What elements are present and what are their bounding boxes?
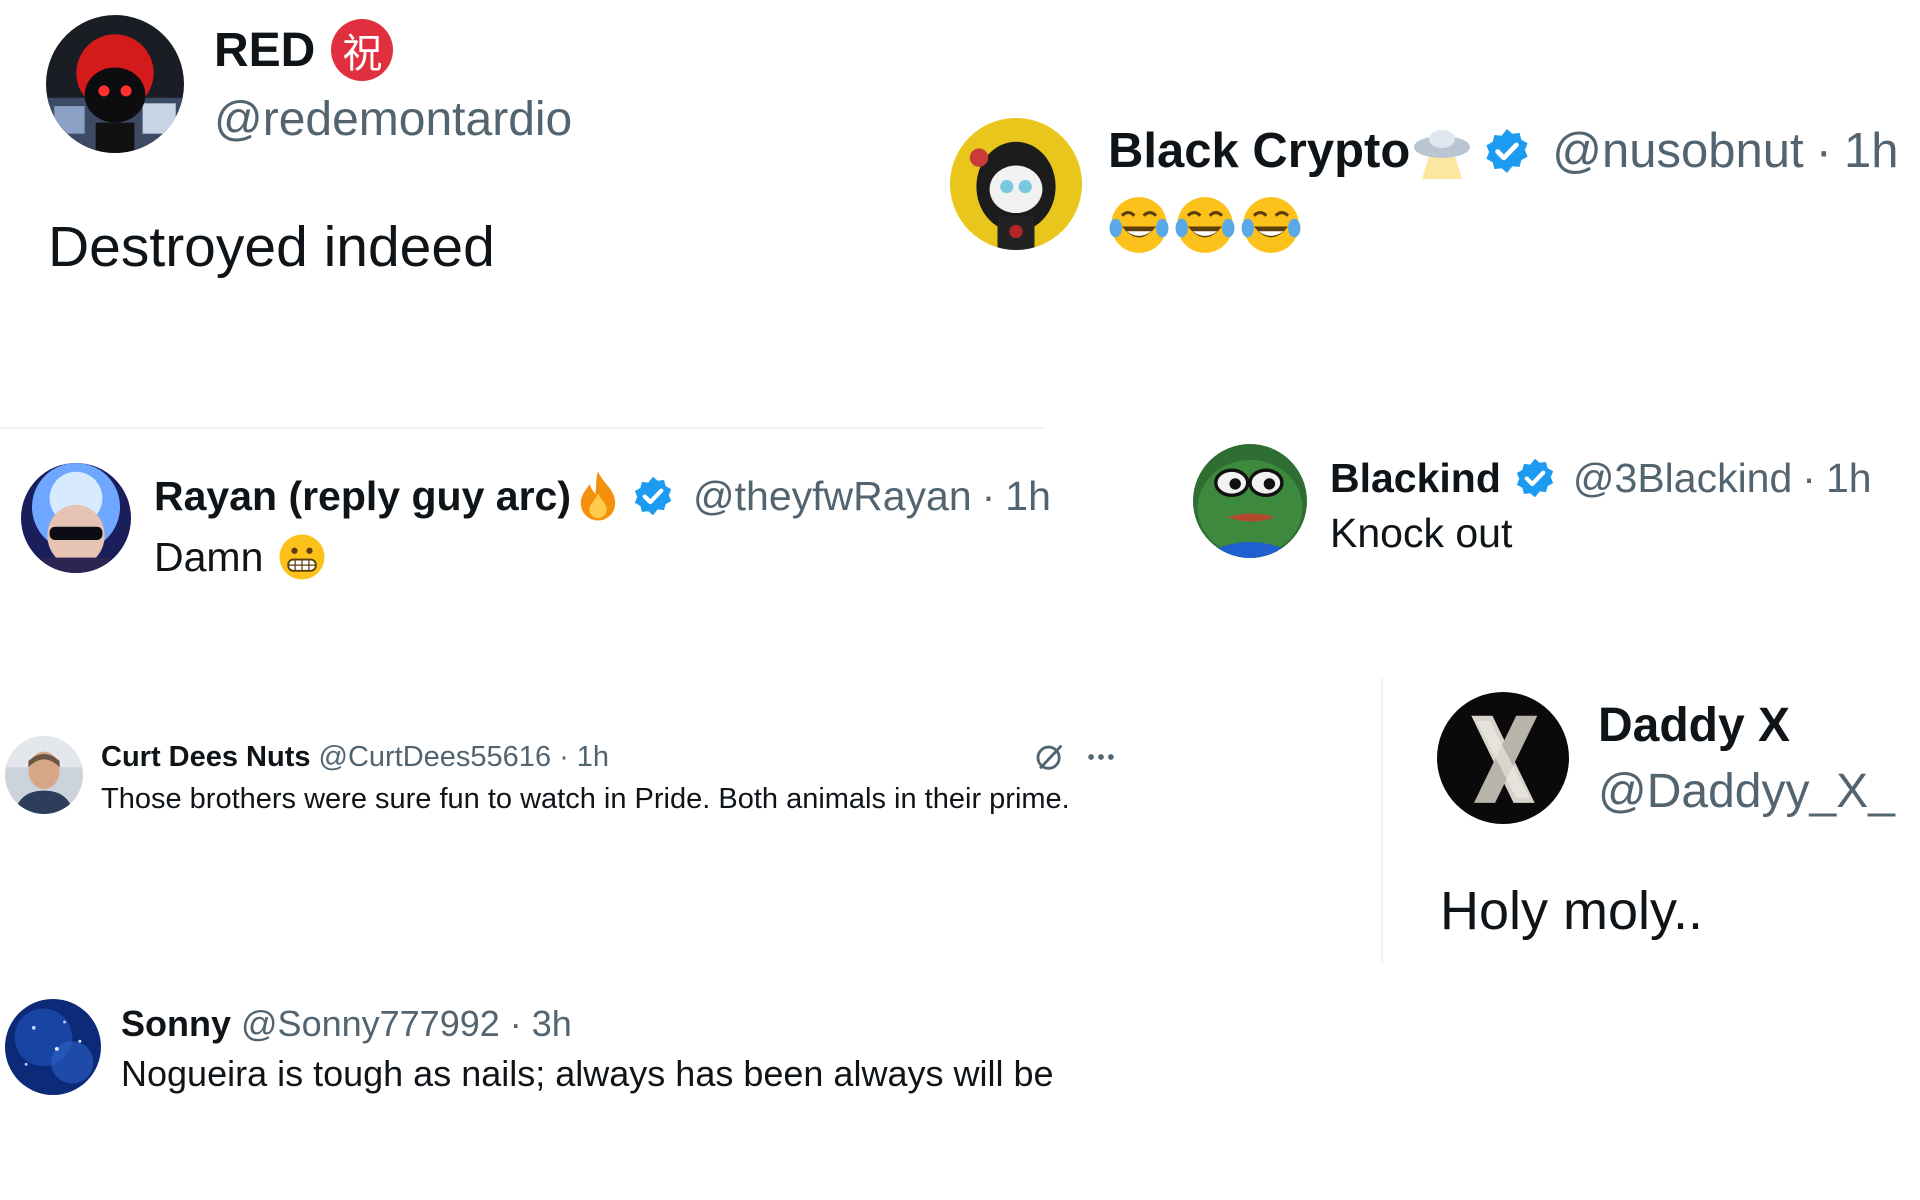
- author-handle[interactable]: @3Blackind: [1573, 455, 1792, 502]
- author-name[interactable]: Curt Dees Nuts: [101, 741, 311, 774]
- author-name[interactable]: Sonny: [121, 1003, 231, 1045]
- laughing-tears-emoji-icon: [1175, 197, 1235, 253]
- fire-emoji-icon: [580, 471, 616, 521]
- post-sonny: Sonny @Sonny777992 · 3h Nogueira is toug…: [0, 995, 1120, 1105]
- separator-dot: ·: [981, 472, 996, 519]
- post-blackind: Blackind @3Blackind · 1h Knock out: [1180, 438, 1920, 578]
- post-time[interactable]: 3h: [532, 1003, 572, 1045]
- post-black-crypto: Black Crypto @nusobnut · 1h: [940, 100, 1920, 280]
- avatar-curt[interactable]: [5, 736, 83, 814]
- author-name[interactable]: Rayan (reply guy arc): [154, 473, 571, 520]
- post-time[interactable]: 1h: [1844, 123, 1899, 179]
- grimacing-face-emoji-icon: [279, 534, 325, 580]
- author-handle[interactable]: @Sonny777992: [241, 1003, 500, 1045]
- avatar-rayan[interactable]: [21, 463, 131, 573]
- post-text-row: Damn: [154, 527, 327, 587]
- post-text: Destroyed indeed: [48, 215, 495, 279]
- divider-left: [0, 427, 1045, 429]
- avatar-red[interactable]: [46, 15, 184, 153]
- author-name[interactable]: Blackind: [1330, 455, 1501, 502]
- author-name[interactable]: RED: [214, 23, 315, 78]
- separator-dot: ·: [1815, 124, 1832, 178]
- author-handle[interactable]: @redemontardio: [214, 92, 572, 147]
- post-text: Holy moly..: [1440, 881, 1704, 941]
- separator-dot: ·: [559, 740, 569, 773]
- grok-icon[interactable]: [1033, 740, 1067, 774]
- badge-glyph: 祝: [342, 31, 383, 77]
- post-text: Knock out: [1330, 510, 1513, 556]
- ufo-emoji-icon: [1414, 130, 1471, 179]
- post-text: Damn: [154, 533, 264, 580]
- post-curt: Curt Dees Nuts @CurtDees55616 · 1h Those…: [0, 730, 1140, 840]
- post-time[interactable]: 1h: [577, 741, 609, 774]
- more-options-icon[interactable]: [1084, 740, 1118, 774]
- avatar-blackind[interactable]: [1193, 444, 1307, 558]
- post-time[interactable]: 1h: [1005, 473, 1051, 520]
- author-handle[interactable]: @Daddyy_X_: [1598, 764, 1895, 819]
- avatar-daddy-x[interactable]: [1437, 692, 1569, 824]
- verified-badge-icon: [1516, 458, 1554, 498]
- post-red: RED 祝 @redemontardio Destroyed indeed: [0, 0, 900, 330]
- divider-vertical: [1381, 678, 1383, 963]
- post-text: Those brothers were sure fun to watch in…: [101, 783, 1070, 815]
- author-handle[interactable]: @nusobnut: [1552, 123, 1803, 179]
- avatar-sonny[interactable]: [5, 999, 101, 1095]
- verified-badge-icon: [1486, 129, 1528, 173]
- author-handle[interactable]: @CurtDees55616: [319, 741, 552, 774]
- avatar-black-crypto[interactable]: [950, 118, 1082, 250]
- separator-dot: ·: [509, 1003, 522, 1044]
- post-rayan: Rayan (reply guy arc) @theyfwRayan · 1h …: [0, 455, 1060, 595]
- separator-dot: ·: [1802, 454, 1816, 501]
- post-daddy-x: Daddy X @Daddyy_X_ Holy moly..: [1400, 680, 1920, 960]
- post-time[interactable]: 1h: [1826, 455, 1872, 502]
- badge-red-icon: 祝: [331, 19, 394, 81]
- author-name[interactable]: Black Crypto: [1108, 123, 1410, 179]
- laughing-tears-emoji-icon: [1109, 197, 1169, 253]
- post-text: Nogueira is tough as nails; always has b…: [121, 1053, 1054, 1094]
- laughing-tears-emoji-icon: [1241, 197, 1301, 253]
- post-text: [1108, 192, 1302, 258]
- author-handle[interactable]: @theyfwRayan: [693, 473, 972, 520]
- verified-badge-icon: [634, 476, 672, 516]
- author-name[interactable]: Daddy X: [1598, 698, 1790, 753]
